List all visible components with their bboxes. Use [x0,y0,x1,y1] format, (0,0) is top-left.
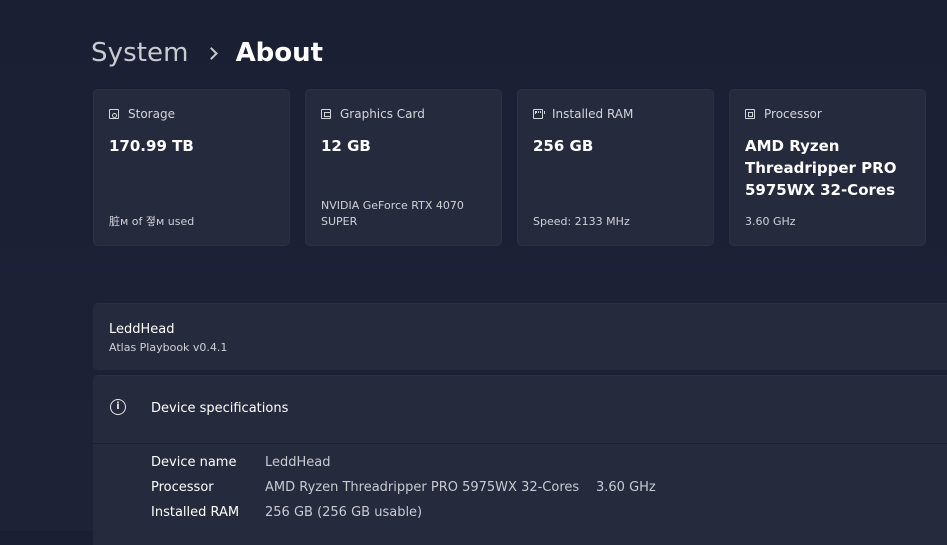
spec-value: LeddHead [265,455,331,470]
storage-card[interactable]: Storage 170.99 TB 脏ᴍ of 졓ᴍ used [93,89,290,246]
installed-ram-card[interactable]: Installed RAM 256 GB Speed: 2133 MHz [517,89,714,246]
spec-label: Installed RAM [151,505,240,520]
device-specifications-section: i Device specifications Device name Ledd… [93,375,947,545]
storage-card-title: Storage [128,107,175,121]
storage-card-header: Storage [109,107,175,121]
graphics-card-icon [321,109,331,119]
spec-extra-value: 3.60 GHz [596,480,656,495]
breadcrumb-system-link[interactable]: System [91,38,189,68]
spec-label: Processor [151,480,214,495]
installed-ram-header: Installed RAM [533,107,633,121]
processor-speed: 3.60 GHz [745,215,796,228]
device-subtitle: Atlas Playbook v0.4.1 [109,341,228,354]
graphics-card-title: Graphics Card [340,107,425,121]
device-name: LeddHead [109,322,175,337]
info-icon: i [110,399,126,415]
installed-ram-title: Installed RAM [552,107,634,121]
storage-card-usage: 脏ᴍ of 졓ᴍ used [109,215,195,228]
processor-icon [745,109,755,119]
graphics-card-card[interactable]: Graphics Card 12 GB NVIDIA GeForce RTX 4… [305,89,502,246]
spec-value: 256 GB (256 GB usable) [265,505,423,520]
installed-ram-value: 256 GB [533,137,594,155]
ram-icon [533,109,545,119]
breadcrumb: System About [91,34,323,72]
page-title: About [235,38,324,68]
processor-title: Processor [764,107,822,121]
graphics-card-header: Graphics Card [321,107,425,121]
graphics-card-value: 12 GB [321,137,371,155]
device-specifications-title: Device specifications [151,401,289,416]
device-specifications-header[interactable]: i Device specifications [93,376,947,444]
storage-card-value: 170.99 TB [109,137,194,155]
chevron-right-icon [204,46,218,60]
device-name-card[interactable]: LeddHead Atlas Playbook v0.4.1 [93,303,947,370]
processor-value: AMD Ryzen Threadripper PRO 5975WX 32-Cor… [745,137,897,199]
graphics-card-model: NVIDIA GeForce RTX 4070 SUPER [321,199,464,228]
processor-card[interactable]: Processor AMD Ryzen Threadripper PRO 597… [729,89,926,246]
spec-label: Device name [151,455,237,470]
processor-header: Processor [745,107,822,121]
spec-value: AMD Ryzen Threadripper PRO 5975WX 32-Cor… [265,480,580,495]
storage-icon [109,109,119,119]
installed-ram-speed: Speed: 2133 MHz [533,215,630,228]
